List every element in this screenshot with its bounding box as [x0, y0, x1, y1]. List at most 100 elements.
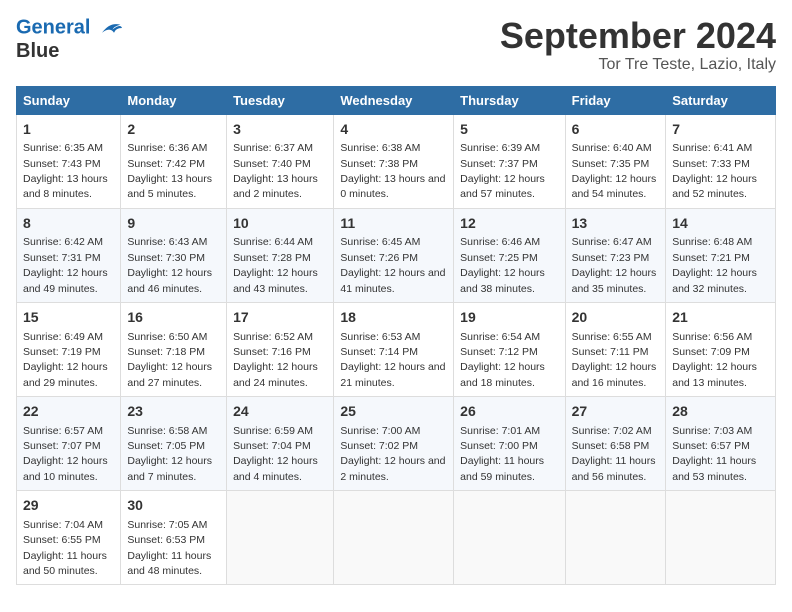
- daylight-text: Daylight: 12 hours and 41 minutes.: [340, 267, 445, 294]
- calendar-cell: [454, 491, 565, 585]
- day-number: 3: [233, 120, 327, 140]
- day-number: 11: [340, 214, 447, 234]
- calendar-cell: 5 Sunrise: 6:39 AM Sunset: 7:37 PM Dayli…: [454, 114, 565, 208]
- sunrise-text: Sunrise: 6:52 AM: [233, 331, 313, 343]
- daylight-text: Daylight: 12 hours and 57 minutes.: [460, 173, 545, 200]
- calendar-cell: 22 Sunrise: 6:57 AM Sunset: 7:07 PM Dayl…: [17, 397, 121, 491]
- calendar-cell: 13 Sunrise: 6:47 AM Sunset: 7:23 PM Dayl…: [565, 208, 666, 302]
- sunrise-text: Sunrise: 6:39 AM: [460, 142, 540, 154]
- calendar-cell: 10 Sunrise: 6:44 AM Sunset: 7:28 PM Dayl…: [227, 208, 334, 302]
- day-number: 6: [572, 120, 660, 140]
- day-number: 13: [572, 214, 660, 234]
- day-number: 1: [23, 120, 114, 140]
- sunset-text: Sunset: 7:40 PM: [233, 158, 311, 170]
- calendar-cell: 28 Sunrise: 7:03 AM Sunset: 6:57 PM Dayl…: [666, 397, 776, 491]
- daylight-text: Daylight: 12 hours and 21 minutes.: [340, 361, 445, 388]
- logo-general: General: [16, 16, 90, 38]
- col-header-tuesday: Tuesday: [227, 86, 334, 114]
- sunset-text: Sunset: 7:42 PM: [127, 158, 205, 170]
- sunrise-text: Sunrise: 6:42 AM: [23, 236, 103, 248]
- col-header-friday: Friday: [565, 86, 666, 114]
- sunrise-text: Sunrise: 6:43 AM: [127, 236, 207, 248]
- daylight-text: Daylight: 13 hours and 2 minutes.: [233, 173, 318, 200]
- sunset-text: Sunset: 7:28 PM: [233, 252, 311, 264]
- sunrise-text: Sunrise: 7:02 AM: [572, 425, 652, 437]
- title-block: September 2024 Tor Tre Teste, Lazio, Ita…: [500, 16, 776, 74]
- col-header-wednesday: Wednesday: [334, 86, 454, 114]
- daylight-text: Daylight: 12 hours and 49 minutes.: [23, 267, 108, 294]
- daylight-text: Daylight: 13 hours and 0 minutes.: [340, 173, 445, 200]
- daylight-text: Daylight: 12 hours and 13 minutes.: [672, 361, 757, 388]
- sunrise-text: Sunrise: 7:00 AM: [340, 425, 420, 437]
- day-number: 9: [127, 214, 220, 234]
- day-number: 27: [572, 402, 660, 422]
- day-number: 30: [127, 496, 220, 516]
- col-header-monday: Monday: [121, 86, 227, 114]
- calendar-cell: 15 Sunrise: 6:49 AM Sunset: 7:19 PM Dayl…: [17, 302, 121, 396]
- calendar-cell: 4 Sunrise: 6:38 AM Sunset: 7:38 PM Dayli…: [334, 114, 454, 208]
- day-number: 4: [340, 120, 447, 140]
- calendar-header-row: SundayMondayTuesdayWednesdayThursdayFrid…: [17, 86, 776, 114]
- day-number: 24: [233, 402, 327, 422]
- sunrise-text: Sunrise: 6:36 AM: [127, 142, 207, 154]
- sunrise-text: Sunrise: 6:46 AM: [460, 236, 540, 248]
- sunset-text: Sunset: 7:35 PM: [572, 158, 650, 170]
- calendar-cell: 29 Sunrise: 7:04 AM Sunset: 6:55 PM Dayl…: [17, 491, 121, 585]
- col-header-sunday: Sunday: [17, 86, 121, 114]
- calendar-cell: 3 Sunrise: 6:37 AM Sunset: 7:40 PM Dayli…: [227, 114, 334, 208]
- sunrise-text: Sunrise: 6:53 AM: [340, 331, 420, 343]
- sunrise-text: Sunrise: 6:56 AM: [672, 331, 752, 343]
- sunset-text: Sunset: 7:05 PM: [127, 440, 205, 452]
- sunset-text: Sunset: 6:55 PM: [23, 534, 101, 546]
- sunset-text: Sunset: 7:33 PM: [672, 158, 750, 170]
- logo-bird-icon: [98, 16, 122, 40]
- calendar-week-row: 29 Sunrise: 7:04 AM Sunset: 6:55 PM Dayl…: [17, 491, 776, 585]
- calendar-cell: 24 Sunrise: 6:59 AM Sunset: 7:04 PM Dayl…: [227, 397, 334, 491]
- day-number: 18: [340, 308, 447, 328]
- calendar-cell: 18 Sunrise: 6:53 AM Sunset: 7:14 PM Dayl…: [334, 302, 454, 396]
- sunset-text: Sunset: 7:16 PM: [233, 346, 311, 358]
- daylight-text: Daylight: 12 hours and 16 minutes.: [572, 361, 657, 388]
- sunset-text: Sunset: 7:31 PM: [23, 252, 101, 264]
- day-number: 21: [672, 308, 769, 328]
- calendar-cell: 20 Sunrise: 6:55 AM Sunset: 7:11 PM Dayl…: [565, 302, 666, 396]
- calendar-cell: 7 Sunrise: 6:41 AM Sunset: 7:33 PM Dayli…: [666, 114, 776, 208]
- sunset-text: Sunset: 7:02 PM: [340, 440, 418, 452]
- location-title: Tor Tre Teste, Lazio, Italy: [500, 56, 776, 74]
- sunset-text: Sunset: 7:07 PM: [23, 440, 101, 452]
- daylight-text: Daylight: 11 hours and 48 minutes.: [127, 550, 211, 577]
- calendar-cell: 14 Sunrise: 6:48 AM Sunset: 7:21 PM Dayl…: [666, 208, 776, 302]
- calendar-cell: 23 Sunrise: 6:58 AM Sunset: 7:05 PM Dayl…: [121, 397, 227, 491]
- calendar-table: SundayMondayTuesdayWednesdayThursdayFrid…: [16, 86, 776, 586]
- calendar-cell: 27 Sunrise: 7:02 AM Sunset: 6:58 PM Dayl…: [565, 397, 666, 491]
- calendar-cell: [334, 491, 454, 585]
- sunrise-text: Sunrise: 6:37 AM: [233, 142, 313, 154]
- daylight-text: Daylight: 12 hours and 2 minutes.: [340, 455, 445, 482]
- sunrise-text: Sunrise: 6:44 AM: [233, 236, 313, 248]
- calendar-cell: 25 Sunrise: 7:00 AM Sunset: 7:02 PM Dayl…: [334, 397, 454, 491]
- daylight-text: Daylight: 11 hours and 53 minutes.: [672, 455, 756, 482]
- calendar-cell: 19 Sunrise: 6:54 AM Sunset: 7:12 PM Dayl…: [454, 302, 565, 396]
- day-number: 22: [23, 402, 114, 422]
- logo-blue: Blue: [16, 40, 122, 62]
- sunset-text: Sunset: 7:18 PM: [127, 346, 205, 358]
- sunrise-text: Sunrise: 6:41 AM: [672, 142, 752, 154]
- day-number: 29: [23, 496, 114, 516]
- daylight-text: Daylight: 12 hours and 7 minutes.: [127, 455, 212, 482]
- sunset-text: Sunset: 6:53 PM: [127, 534, 205, 546]
- day-number: 8: [23, 214, 114, 234]
- day-number: 15: [23, 308, 114, 328]
- sunrise-text: Sunrise: 6:35 AM: [23, 142, 103, 154]
- day-number: 26: [460, 402, 558, 422]
- calendar-cell: 6 Sunrise: 6:40 AM Sunset: 7:35 PM Dayli…: [565, 114, 666, 208]
- sunset-text: Sunset: 7:38 PM: [340, 158, 418, 170]
- day-number: 28: [672, 402, 769, 422]
- calendar-week-row: 22 Sunrise: 6:57 AM Sunset: 7:07 PM Dayl…: [17, 397, 776, 491]
- calendar-cell: 8 Sunrise: 6:42 AM Sunset: 7:31 PM Dayli…: [17, 208, 121, 302]
- sunrise-text: Sunrise: 6:49 AM: [23, 331, 103, 343]
- col-header-saturday: Saturday: [666, 86, 776, 114]
- calendar-cell: 9 Sunrise: 6:43 AM Sunset: 7:30 PM Dayli…: [121, 208, 227, 302]
- calendar-cell: 21 Sunrise: 6:56 AM Sunset: 7:09 PM Dayl…: [666, 302, 776, 396]
- sunset-text: Sunset: 7:04 PM: [233, 440, 311, 452]
- sunset-text: Sunset: 7:09 PM: [672, 346, 750, 358]
